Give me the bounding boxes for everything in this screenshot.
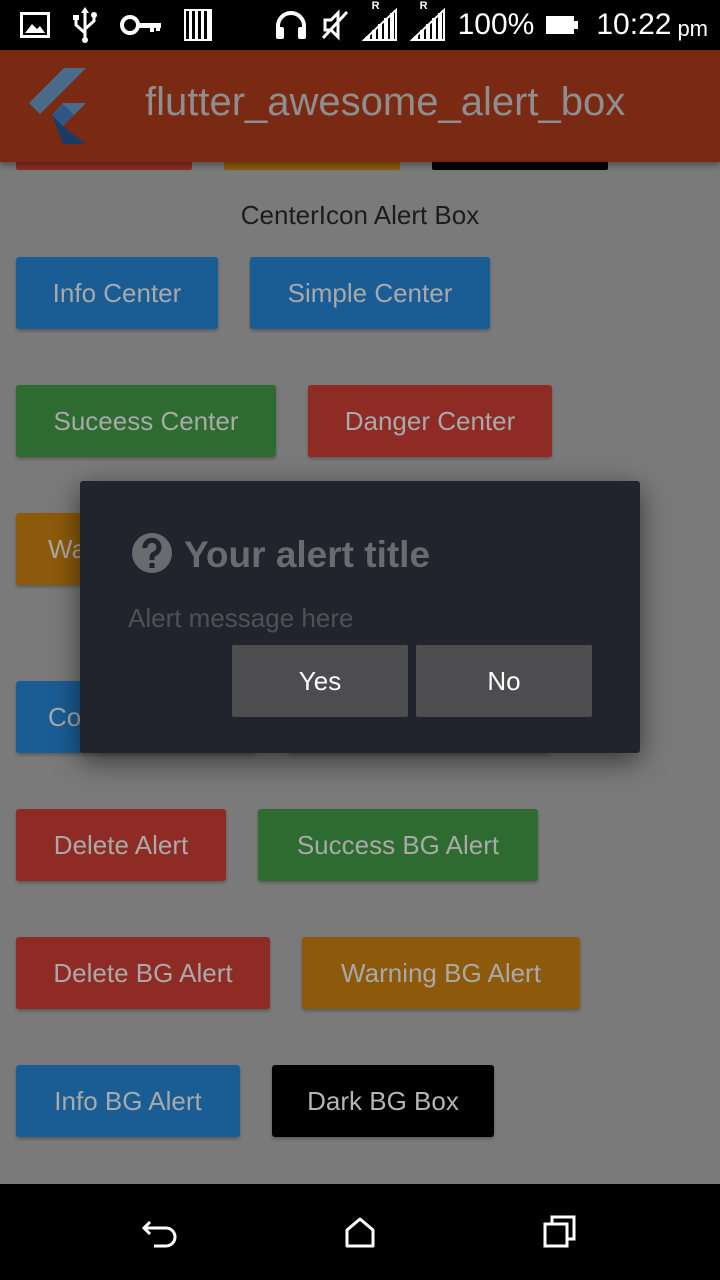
home-icon[interactable]	[340, 1212, 380, 1252]
info-bg-alert-label: Info BG Alert	[54, 1085, 202, 1116]
key-icon	[120, 14, 162, 36]
question-circle-icon	[132, 533, 172, 577]
confirm-center-label: Co	[48, 701, 82, 732]
battery-icon	[546, 14, 579, 36]
section-title: CenterIcon Alert Box	[240, 200, 480, 230]
no-label: No	[487, 665, 521, 696]
alert-dialog: Your alert title Alert message here Yes …	[80, 481, 640, 753]
delete-alert-label: Delete Alert	[53, 829, 189, 860]
yes-label: Yes	[298, 665, 342, 696]
dark-bg-box-label: Dark BG Box	[307, 1085, 459, 1116]
status-icons-right: R R 100% 10:22 pm	[274, 0, 708, 50]
partial-button-warning[interactable]	[224, 162, 400, 170]
info-center-label: Info Center	[52, 277, 182, 308]
danger-center-label: Danger Center	[344, 405, 516, 436]
delete-bg-alert-label: Delete BG Alert	[53, 957, 233, 988]
success-bg-alert-button[interactable]: Success BG Alert	[258, 809, 538, 881]
clock-am-pm: pm	[677, 16, 708, 41]
navigation-bar	[0, 1184, 720, 1280]
dark-bg-box-button[interactable]: Dark BG Box	[272, 1065, 494, 1137]
image-icon	[20, 12, 50, 38]
simple-center-button[interactable]: Simple Center	[250, 257, 490, 329]
usb-icon	[72, 7, 98, 43]
app-bar: flutter_awesome_alert_box	[0, 50, 720, 162]
success-center-label: Suceess Center	[53, 405, 239, 436]
back-icon[interactable]	[140, 1212, 180, 1252]
signal-r-icon: R	[361, 0, 398, 42]
recents-icon[interactable]	[540, 1212, 580, 1252]
yes-button[interactable]: Yes	[232, 645, 408, 717]
mute-icon	[320, 9, 350, 41]
battery-percent: 100%	[457, 8, 535, 41]
warning-bg-alert-label: Warning BG Alert	[341, 957, 541, 988]
headset-icon	[274, 9, 308, 41]
simple-center-label: Simple Center	[287, 277, 453, 308]
delete-alert-button[interactable]: Delete Alert	[16, 809, 226, 881]
info-bg-alert-button[interactable]: Info BG Alert	[16, 1065, 240, 1137]
no-button[interactable]: No	[416, 645, 592, 717]
status-bar: R R 100% 10:22 pm	[0, 0, 720, 50]
signal-r-icon: R	[409, 0, 446, 42]
flutter-logo-icon	[26, 68, 88, 144]
storage-icon	[184, 8, 212, 42]
dialog-message: Alert message here	[128, 603, 354, 633]
success-center-button[interactable]: Suceess Center	[16, 385, 276, 457]
clock-time: 10:22	[596, 8, 672, 41]
status-icons-left	[20, 0, 212, 50]
partial-button-danger[interactable]	[16, 162, 192, 170]
info-center-button[interactable]: Info Center	[16, 257, 218, 329]
dialog-title: Your alert title	[184, 534, 431, 575]
dialog-title-row: Your alert title	[132, 533, 430, 577]
warning-bg-alert-button[interactable]: Warning BG Alert	[302, 937, 580, 1009]
app-title: flutter_awesome_alert_box	[145, 80, 626, 124]
partial-button-dark[interactable]	[432, 162, 608, 170]
delete-bg-alert-button[interactable]: Delete BG Alert	[16, 937, 270, 1009]
success-bg-alert-label: Success BG Alert	[296, 829, 500, 860]
danger-center-button[interactable]: Danger Center	[308, 385, 552, 457]
roaming-mark: R	[419, 0, 428, 12]
roaming-mark: R	[371, 0, 380, 12]
